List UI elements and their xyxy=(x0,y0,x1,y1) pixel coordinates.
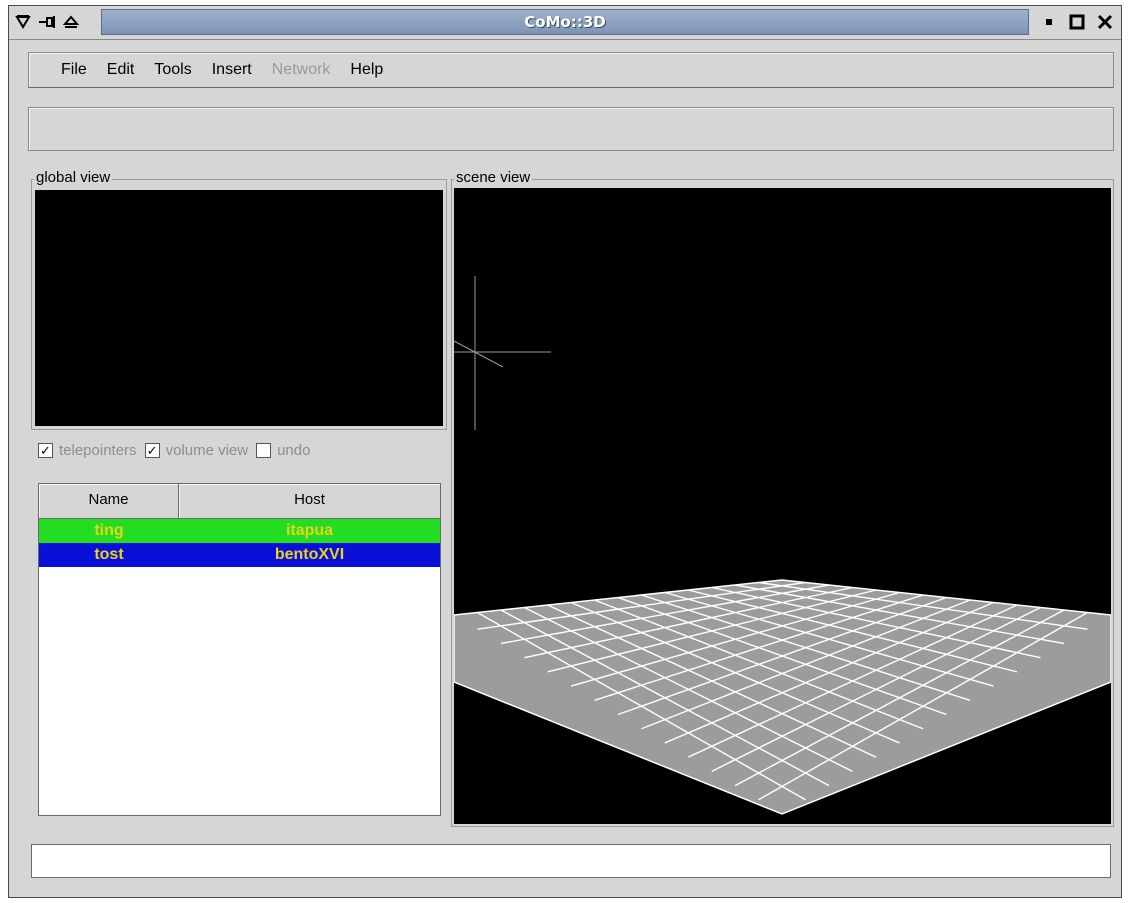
scene-view-canvas[interactable] xyxy=(454,188,1111,824)
status-bar[interactable] xyxy=(31,844,1111,878)
table-row[interactable]: tost bentoXVI xyxy=(39,543,440,567)
undo-checkbox[interactable] xyxy=(256,443,272,458)
menu-help[interactable]: Help xyxy=(340,61,393,79)
view-options: ✓ telepointers ✓ volume view undo xyxy=(38,442,318,459)
user-host: bentoXVI xyxy=(274,546,345,563)
telepointers-label: telepointers xyxy=(59,442,137,459)
menu-insert[interactable]: Insert xyxy=(202,61,262,79)
window-title: CoMo::3D xyxy=(101,9,1029,35)
users-table-header: Name Host xyxy=(39,484,440,519)
users-table: Name Host ting itapua tost bentoXVI xyxy=(38,483,441,816)
window-menu-icon[interactable] xyxy=(13,12,33,32)
title-bar: CoMo::3D xyxy=(9,6,1121,40)
menu-tools[interactable]: Tools xyxy=(144,61,201,79)
user-host: itapua xyxy=(285,522,334,539)
column-header-name[interactable]: Name xyxy=(39,484,179,518)
minimize-icon[interactable] xyxy=(1039,12,1059,32)
pin-icon[interactable] xyxy=(37,12,57,32)
user-name: tost xyxy=(94,546,124,563)
volume-view-label: volume view xyxy=(165,442,249,459)
shade-icon[interactable] xyxy=(61,12,81,32)
maximize-icon[interactable] xyxy=(1067,12,1087,32)
column-header-host[interactable]: Host xyxy=(179,484,440,518)
menu-network[interactable]: Network xyxy=(262,61,341,79)
undo-label: undo xyxy=(277,442,311,459)
user-name: ting xyxy=(94,522,124,539)
title-bar-left-controls xyxy=(13,11,81,33)
scene-view-panel: scene view xyxy=(451,169,1114,827)
title-bar-right-controls xyxy=(1039,11,1115,33)
scene-view-title: scene view xyxy=(454,169,533,187)
global-view-panel: global view xyxy=(31,169,447,430)
global-view-title: global view xyxy=(34,169,113,187)
main-window: CoMo::3D File Edit Tools Insert Network … xyxy=(8,5,1122,898)
global-view-canvas[interactable] xyxy=(35,190,443,426)
table-row[interactable]: ting itapua xyxy=(39,519,440,543)
toolbar xyxy=(28,107,1114,151)
menu-file[interactable]: File xyxy=(51,61,97,79)
menu-bar: File Edit Tools Insert Network Help xyxy=(28,52,1114,88)
menu-edit[interactable]: Edit xyxy=(97,61,145,79)
volume-view-checkbox[interactable]: ✓ xyxy=(144,443,160,458)
close-icon[interactable] xyxy=(1095,12,1115,32)
telepointers-checkbox[interactable]: ✓ xyxy=(38,443,53,458)
